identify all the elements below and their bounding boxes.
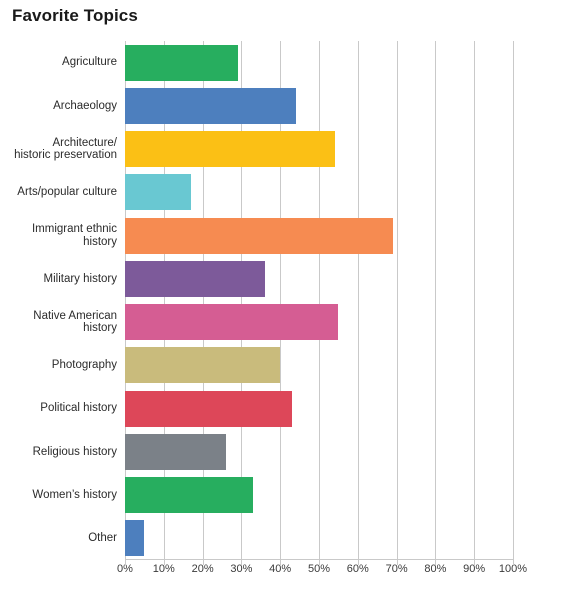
plot-area (125, 41, 514, 560)
bar-row[interactable] (125, 131, 513, 168)
bar-row[interactable] (125, 260, 513, 297)
bar-row[interactable] (125, 87, 513, 124)
bar-immigrant-ethnic-history[interactable] (125, 217, 393, 254)
category-label: Photography (1, 344, 117, 387)
tick-mark (163, 560, 165, 565)
category-label: Other (1, 517, 117, 560)
bar-row[interactable] (125, 174, 513, 211)
bar-arts-popular-culture[interactable] (125, 174, 191, 211)
category-label: Women’s history (1, 474, 117, 517)
bar-women-s-history[interactable] (125, 477, 254, 514)
bar-row[interactable] (125, 304, 513, 341)
bar-row[interactable] (125, 433, 513, 470)
bar-row[interactable] (125, 390, 513, 427)
category-label-text: Photography (51, 359, 117, 372)
bar-political-history[interactable] (125, 390, 292, 427)
tick-mark (357, 560, 359, 565)
tick-mark (435, 560, 437, 565)
bar-row[interactable] (125, 217, 513, 254)
category-label-text: Religious history (32, 445, 117, 458)
bar-row[interactable] (125, 477, 513, 514)
category-label-text: Military history (43, 272, 117, 285)
bar-religious-history[interactable] (125, 433, 226, 470)
category-label-text: Agriculture (62, 56, 117, 69)
bar-native-american-history[interactable] (125, 304, 339, 341)
category-label: Religious history (1, 430, 117, 473)
tick-mark (125, 560, 126, 565)
bar-agriculture[interactable] (125, 44, 238, 81)
category-label: Agriculture (1, 41, 117, 84)
bar-other[interactable] (125, 520, 145, 557)
category-axis-labels: Agriculture Archaeology Architecture/histo… (0, 41, 122, 560)
chart-card: Favorite Topics Agriculture Archaeology Ar… (0, 0, 564, 599)
category-label-text: Political history (40, 402, 117, 415)
tick-mark (513, 560, 514, 565)
tick-mark (319, 560, 320, 565)
category-label: Military history (1, 257, 117, 300)
category-label-text: Archaeology (53, 99, 117, 112)
bar-row[interactable] (125, 520, 513, 557)
chart-title: Favorite Topics (12, 6, 138, 25)
category-label-text: Other (88, 532, 117, 545)
category-label: Archaeology (1, 84, 117, 127)
category-label-text: Architecture/historic preservation (14, 136, 117, 162)
category-label: Political history (1, 387, 117, 430)
bar-row[interactable] (125, 44, 513, 81)
category-label-text: Women’s history (32, 488, 117, 501)
category-label-text: Native American history (33, 309, 117, 335)
bar-military-history[interactable] (125, 260, 265, 297)
value-axis-ticks: 0% 10% 20% 30% 40% 50% 60% 70% 80% 90% 100% (117, 563, 527, 583)
bar-row[interactable] (125, 347, 513, 384)
tick-mark (241, 560, 243, 565)
bar-archaeology[interactable] (125, 87, 296, 124)
category-label-text: Immigrant ethnic history (31, 223, 117, 248)
category-label-text: Arts/popular culture (17, 186, 117, 199)
category-label: Architecture/historic preservation (1, 128, 117, 171)
category-label: Immigrant ethnic history (1, 214, 117, 257)
tick-mark (474, 560, 476, 565)
bar-architecture-historic-preservation[interactable] (125, 131, 335, 168)
bar-photography[interactable] (125, 347, 281, 384)
tick-mark (202, 560, 204, 565)
chart-plot-wrapper: Agriculture Archaeology Architecture/histo… (0, 41, 564, 561)
gridline (513, 41, 514, 560)
category-label: Native American history (1, 301, 117, 344)
tick-mark (396, 560, 398, 565)
tick-mark (280, 560, 282, 565)
category-label: Arts/popular culture (1, 171, 117, 214)
